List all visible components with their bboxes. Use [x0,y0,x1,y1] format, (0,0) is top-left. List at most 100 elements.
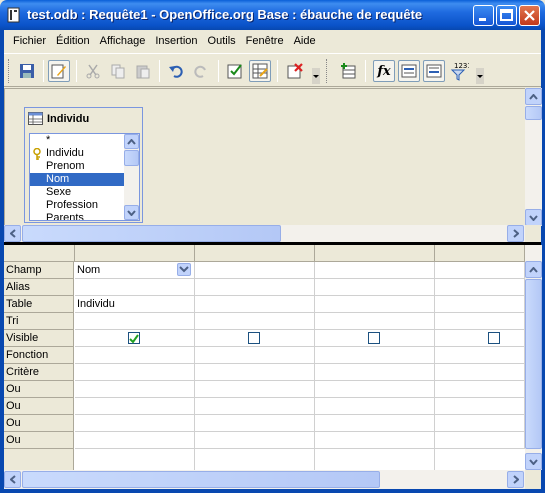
scroll-thumb[interactable] [22,471,380,488]
cell-champ-1[interactable]: Nom [75,262,195,279]
grid-column-header-2[interactable] [195,245,315,262]
cell-ou1-2[interactable] [195,381,315,398]
cell-ou4-3[interactable] [315,432,435,449]
toolbar-grip[interactable] [8,59,11,83]
scroll-left-button[interactable] [4,471,21,488]
menu-aide[interactable]: Aide [289,35,321,47]
visible-checkbox-4[interactable] [488,332,500,344]
cell-champ-4[interactable] [435,262,525,279]
cell-critere-1[interactable] [75,364,195,381]
scroll-thumb[interactable] [124,150,139,166]
cell-ou1-3[interactable] [315,381,435,398]
cell-fonction-2[interactable] [195,347,315,364]
cell-ou3-4[interactable] [435,415,525,432]
cell-tri-4[interactable] [435,313,525,330]
distinct-values-button[interactable]: 1231 [448,60,470,82]
cell-ou4-1[interactable] [75,432,195,449]
field-item-prenom[interactable]: Prenom [30,160,124,173]
cell-critere-2[interactable] [195,364,315,381]
grid-column-header-1[interactable] [75,245,195,262]
field-list[interactable]: * Individu Prenom Nom Sexe Profession Pa… [29,133,140,221]
visible-checkbox-3[interactable] [368,332,380,344]
close-button[interactable] [519,5,540,26]
toolbar-grip[interactable] [326,59,329,83]
cell-fonction-3[interactable] [315,347,435,364]
cell-ou1-1[interactable] [75,381,195,398]
table-window-individu[interactable]: Individu * Individu Prenom Nom Sexe Prof… [24,107,143,223]
cell-ou3-3[interactable] [315,415,435,432]
menu-fichier[interactable]: Fichier [8,35,51,47]
toolbar-overflow-dropdown[interactable] [312,68,320,84]
menu-outils[interactable]: Outils [203,35,241,47]
menu-fenetre[interactable]: Fenêtre [241,35,289,47]
scroll-down-button[interactable] [525,209,542,226]
champ-dropdown-button[interactable] [177,263,191,276]
title-bar[interactable]: test.odb : Requête1 - OpenOffice.org Bas… [0,0,545,30]
grid-horizontal-scrollbar[interactable] [4,470,525,489]
alias-button[interactable] [423,60,445,82]
undo-button[interactable] [165,60,187,82]
scroll-up-button[interactable] [124,134,139,149]
save-button[interactable] [16,60,38,82]
scroll-down-button[interactable] [525,453,542,470]
cell-ou2-4[interactable] [435,398,525,415]
cell-alias-3[interactable] [315,279,435,296]
add-table-button[interactable] [337,60,359,82]
field-item-sexe[interactable]: Sexe [30,186,124,199]
cell-ou2-3[interactable] [315,398,435,415]
cell-ou4-2[interactable] [195,432,315,449]
scroll-left-button[interactable] [4,225,21,242]
scroll-down-button[interactable] [124,205,139,220]
grid-column-header-4[interactable] [435,245,525,262]
field-item-all[interactable]: * [30,134,124,147]
cell-critere-3[interactable] [315,364,435,381]
functions-button[interactable]: fx [373,60,395,82]
paste-button[interactable] [132,60,154,82]
scroll-thumb[interactable] [22,225,281,242]
cell-table-4[interactable] [435,296,525,313]
cell-ou4-4[interactable] [435,432,525,449]
cell-alias-4[interactable] [435,279,525,296]
query-grid[interactable]: Champ Alias Table Tri Visible Fonction C… [4,245,525,470]
menu-edition[interactable]: Édition [51,35,95,47]
scroll-thumb[interactable] [525,106,542,120]
cell-ou3-1[interactable] [75,415,195,432]
redo-button[interactable] [190,60,212,82]
cell-ou3-2[interactable] [195,415,315,432]
edit-mode-button[interactable] [48,60,70,82]
grid-vertical-scrollbar[interactable] [525,245,542,470]
delete-table-button[interactable] [284,60,306,82]
cell-table-2[interactable] [195,296,315,313]
table-window-title-bar[interactable]: Individu [25,108,142,130]
cell-tri-1[interactable] [75,313,195,330]
visible-checkbox-1[interactable] [128,332,140,344]
cell-ou2-2[interactable] [195,398,315,415]
field-item-nom[interactable]: Nom [30,173,124,186]
scroll-thumb[interactable] [525,279,542,449]
field-list-scrollbar[interactable] [124,134,139,220]
scroll-right-button[interactable] [507,225,524,242]
cell-table-1[interactable]: Individu [75,296,195,313]
design-horizontal-scrollbar[interactable] [4,225,525,242]
cell-tri-3[interactable] [315,313,435,330]
cell-alias-1[interactable] [75,279,195,296]
copy-button[interactable] [107,60,129,82]
cell-alias-2[interactable] [195,279,315,296]
cell-champ-3[interactable] [315,262,435,279]
design-view-button[interactable] [249,60,271,82]
cell-fonction-4[interactable] [435,347,525,364]
cell-champ-2[interactable] [195,262,315,279]
cell-fonction-1[interactable] [75,347,195,364]
cell-tri-2[interactable] [195,313,315,330]
cell-critere-4[interactable] [435,364,525,381]
run-query-button[interactable] [224,60,246,82]
field-item-individu[interactable]: Individu [30,147,124,160]
minimize-button[interactable] [473,5,494,26]
scroll-right-button[interactable] [507,471,524,488]
design-vertical-scrollbar[interactable] [525,88,542,226]
cell-ou2-1[interactable] [75,398,195,415]
scroll-up-button[interactable] [525,88,542,105]
table-name-button[interactable] [398,60,420,82]
grid-column-header-3[interactable] [315,245,435,262]
cut-button[interactable] [82,60,104,82]
